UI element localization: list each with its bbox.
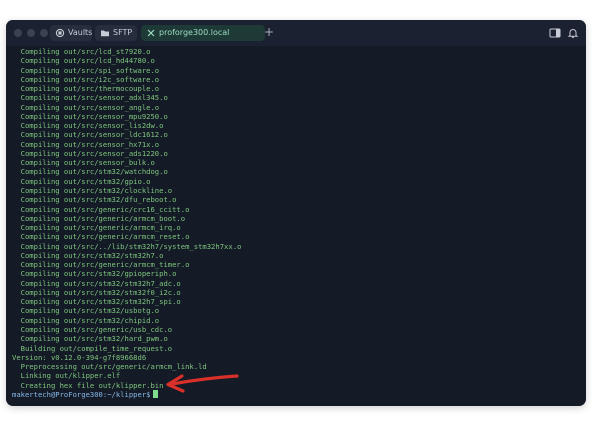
output-line: Compiling out/src/stm32/gpioperiph.o <box>12 269 177 279</box>
output-line: Compiling out/src/stm32/watchdog.o <box>12 167 168 177</box>
output-line: Compiling out/src/lcd_st7920.o <box>12 47 151 56</box>
split-view-icon[interactable] <box>549 27 561 39</box>
vaults-icon <box>55 28 65 38</box>
output-line: Compiling out/src/i2c_software.o <box>12 74 160 84</box>
output-line: Compiling out/src/thermocouple.o <box>12 84 160 94</box>
zoom-window-button[interactable] <box>40 29 48 37</box>
output-line: Compiling out/src/spi_software.o <box>12 65 160 75</box>
output-line: Compiling out/src/stm32/stm32h7.o <box>12 250 164 260</box>
title-bar: Vaults SFTP proforge300.local + <box>6 20 586 46</box>
output-line: Linking out/klipper.elf <box>12 371 121 381</box>
output-line: Compiling out/src/generic/usb_cdc.o <box>12 324 173 334</box>
output-line: Compiling out/src/generic/armcm_reset.o <box>12 232 190 242</box>
output-line: Compiling out/src/stm32/hard_pwm.o <box>12 334 168 344</box>
output-line: Building out/compile_time_request.o <box>12 343 173 353</box>
output-line: Compiling out/src/sensor_lis2dw.o <box>12 121 164 131</box>
tab-proforge300[interactable]: proforge300.local <box>141 25 265 41</box>
output-line: Compiling out/src/stm32/dfu_reboot.o <box>12 195 177 205</box>
output-line: Compiling out/src/stm32/stm32h7_spi.o <box>12 297 181 307</box>
output-line: Compiling out/src/sensor_ldc1612.o <box>12 130 168 140</box>
close-icon[interactable] <box>146 28 156 38</box>
output-line: Compiling out/src/generic/crc16_ccitt.o <box>12 204 190 214</box>
folder-icon <box>101 30 109 37</box>
tab-vaults[interactable]: Vaults <box>50 25 92 41</box>
tab-label: proforge300.local <box>159 28 230 37</box>
output-line: Compiling out/src/generic/armcm_irq.o <box>12 223 181 233</box>
output-line: Compiling out/src/sensor_angle.o <box>12 102 160 112</box>
output-line: Compiling out/src/generic/armcm_boot.o <box>12 213 186 223</box>
bell-icon[interactable] <box>567 27 579 39</box>
output-line: Compiling out/src/sensor_bulk.o <box>12 158 155 168</box>
output-line: Compiling out/src/generic/armcm_timer.o <box>12 260 190 270</box>
output-line: Compiling out/src/lcd_hd44780.o <box>12 56 155 66</box>
output-line: Compiling out/src/stm32/usbotg.o <box>12 306 160 316</box>
tab-label: Vaults <box>68 28 93 37</box>
tab-label: SFTP <box>113 28 133 37</box>
shell-prompt: makertech@ProForge300:~/klipper$ <box>12 389 151 399</box>
output-line: Compiling out/src/sensor_ads1220.o <box>12 148 168 158</box>
prompt-line[interactable]: makertech@ProForge300:~/klipper$ <box>12 389 580 399</box>
tab-sftp[interactable]: SFTP <box>95 25 137 41</box>
output-line: Compiling out/src/stm32/chipid.o <box>12 315 160 325</box>
output-line: Compiling out/src/stm32/stm32h7_adc.o <box>12 278 181 288</box>
text-cursor <box>153 389 159 398</box>
minimize-window-button[interactable] <box>27 29 35 37</box>
output-line: Compiling out/src/sensor_adxl345.o <box>12 93 168 103</box>
terminal-output[interactable]: Compiling out/src/lcd_st7920.o Compiling… <box>12 47 580 399</box>
output-line: Creating hex file out/klipper.bin <box>12 380 164 390</box>
terminal-window: Vaults SFTP proforge300.local + Compilin… <box>6 20 586 406</box>
output-line: Compiling out/src/stm32/gpio.o <box>12 176 151 186</box>
new-tab-button[interactable]: + <box>263 24 275 40</box>
output-line: Compiling out/src/sensor_hx71x.o <box>12 139 160 149</box>
output-line: Compiling out/src/../lib/stm32h7/system_… <box>12 241 242 251</box>
output-line: Preprocessing out/src/generic/armcm_link… <box>12 362 207 372</box>
output-line: Compiling out/src/stm32/clockline.o <box>12 185 173 195</box>
close-window-button[interactable] <box>14 29 22 37</box>
output-line: Compiling out/src/stm32/stm32f0_i2c.o <box>12 287 181 297</box>
output-line: Compiling out/src/sensor_mpu9250.o <box>12 111 168 121</box>
output-line: Version: v0.12.0-394-g7f89668d6 <box>12 352 147 362</box>
